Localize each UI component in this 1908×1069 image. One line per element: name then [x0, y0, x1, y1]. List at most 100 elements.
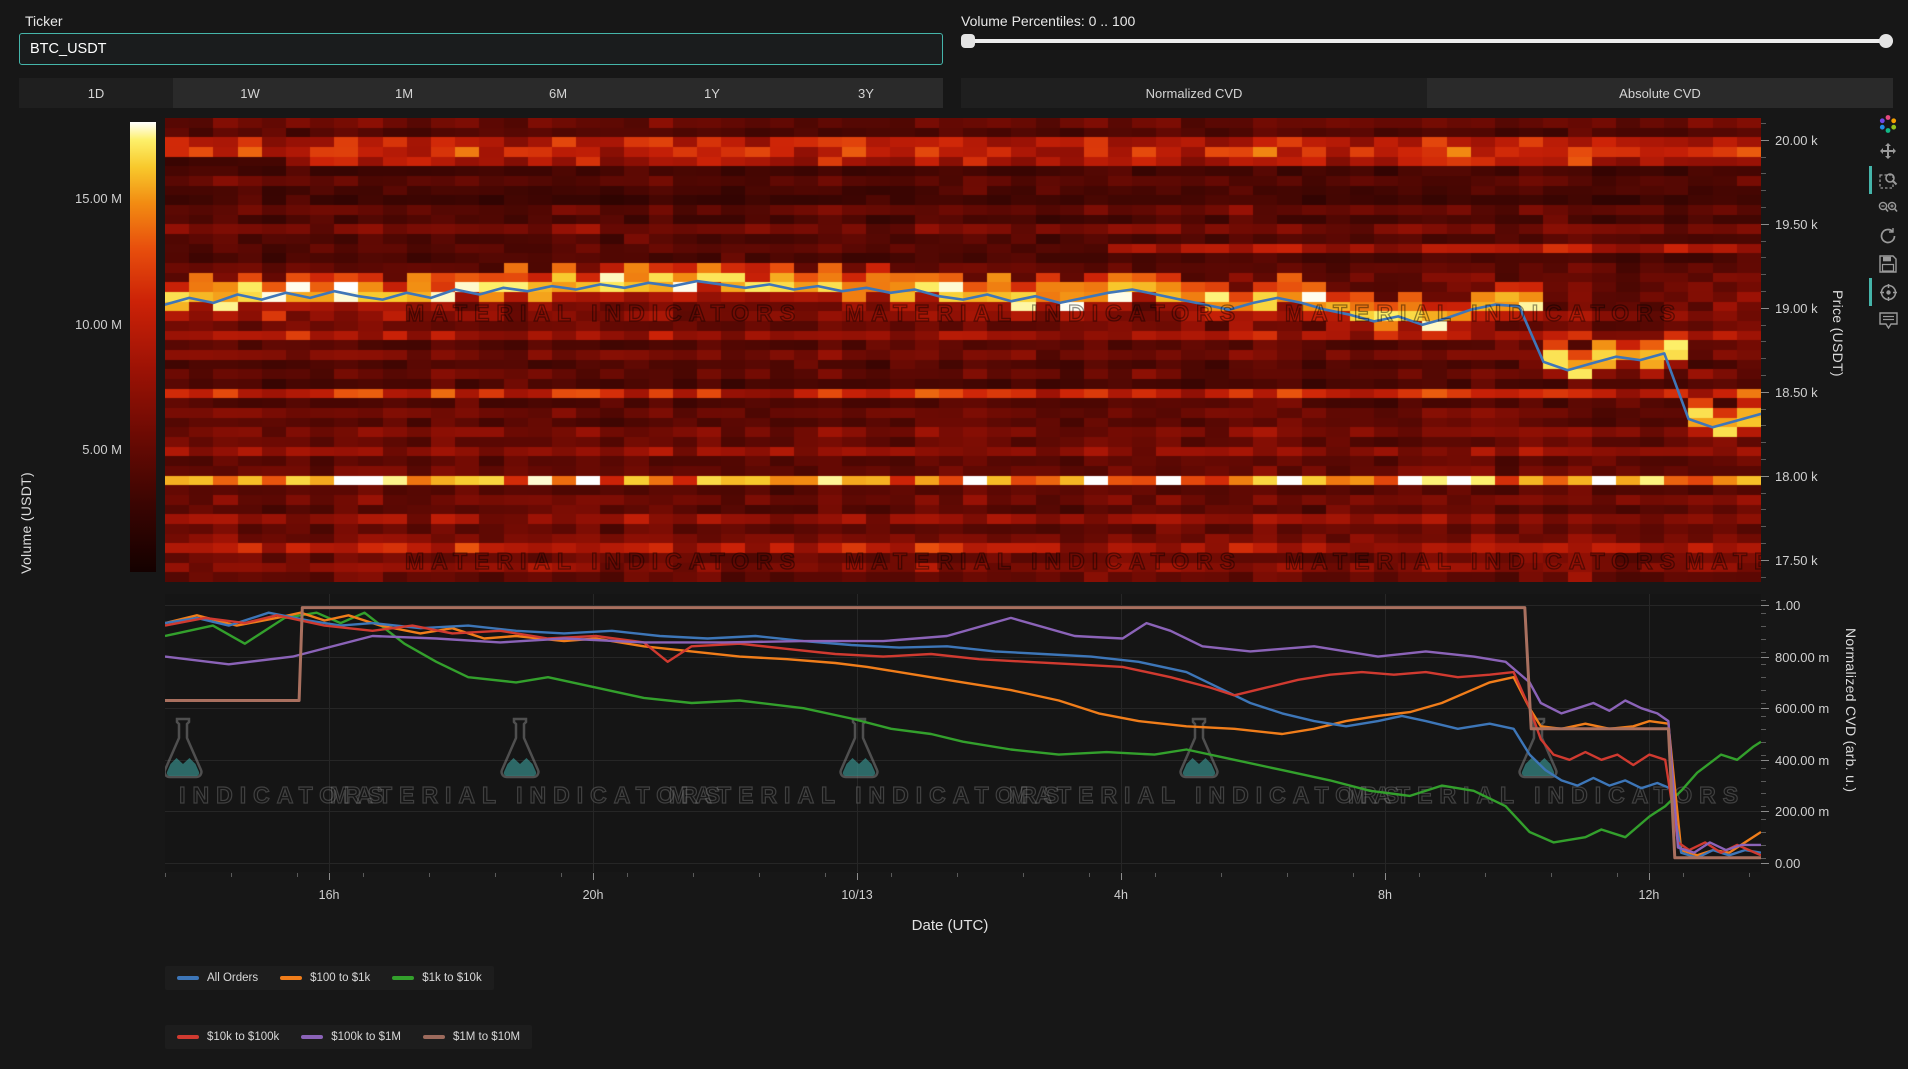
- modebar-active-indicator: [1869, 166, 1872, 194]
- cvd-tabs: Normalized CVDAbsolute CVD: [961, 78, 1893, 108]
- cvd-minor-tick: [1761, 703, 1766, 704]
- cvd-minor-tick: [1761, 755, 1766, 756]
- legend-swatch: [177, 1035, 199, 1039]
- range-button-3y[interactable]: 3Y: [789, 78, 943, 108]
- ticker-input[interactable]: [19, 33, 943, 65]
- legend-item--1k-to-10k[interactable]: $1k to $10k: [392, 972, 481, 984]
- cvd-minor-tick: [1761, 858, 1766, 859]
- x-minor-tick: [1155, 873, 1156, 877]
- price-tick-label: 18.50 k: [1775, 385, 1818, 400]
- cvd-major-tick: [1761, 811, 1769, 812]
- save-icon[interactable]: [1876, 252, 1900, 276]
- legend-swatch: [301, 1035, 323, 1039]
- range-button-1w[interactable]: 1W: [173, 78, 327, 108]
- price-minor-tick: [1761, 459, 1766, 460]
- legend-item--100k-to-1m[interactable]: $100k to $1M: [301, 1031, 401, 1043]
- legend-item--100-to-1k[interactable]: $100 to $1k: [280, 972, 370, 984]
- x-minor-tick: [693, 873, 694, 877]
- x-tick-label: 8h: [1355, 888, 1415, 902]
- price-major-tick: [1761, 392, 1769, 393]
- cvd-minor-tick: [1761, 652, 1766, 653]
- cvd-minor-tick: [1761, 600, 1766, 601]
- price-tick-label: 20.00 k: [1775, 133, 1818, 148]
- range-button-6m[interactable]: 6M: [481, 78, 635, 108]
- colorbar-tick: 10.00 M: [58, 317, 122, 332]
- x-minor-tick: [957, 873, 958, 877]
- hover-mode-icon[interactable]: [1876, 308, 1900, 332]
- slider-handle-high[interactable]: [1879, 34, 1893, 48]
- legend-row-1: All Orders $100 to $1k $1k to $10k: [165, 966, 494, 990]
- cvd-minor-tick: [1761, 729, 1766, 730]
- cvd-minor-tick: [1761, 626, 1766, 627]
- cvd-minor-tick: [1761, 819, 1766, 820]
- range-button-1m[interactable]: 1M: [327, 78, 481, 108]
- price-minor-tick: [1761, 375, 1766, 376]
- price-major-tick: [1761, 308, 1769, 309]
- price-minor-tick: [1761, 526, 1766, 527]
- price-minor-tick: [1761, 442, 1766, 443]
- cvd-tick-label: 600.00 m: [1775, 701, 1829, 716]
- cvd-major-tick: [1761, 863, 1769, 864]
- legend-item-all-orders[interactable]: All Orders: [177, 972, 258, 984]
- x-minor-tick: [561, 873, 562, 877]
- legend-label: $100k to $1M: [331, 1031, 401, 1043]
- x-minor-tick: [495, 873, 496, 877]
- legend-label: All Orders: [207, 972, 258, 984]
- reset-axes-icon[interactable]: [1876, 224, 1900, 248]
- x-minor-tick: [759, 873, 760, 877]
- price-line: [165, 118, 1761, 582]
- x-tick-label: 4h: [1091, 888, 1151, 902]
- box-zoom-icon[interactable]: [1876, 168, 1900, 192]
- plotly-logo-icon: [1876, 112, 1900, 136]
- price-minor-tick: [1761, 207, 1766, 208]
- x-tick-label: 10/13: [827, 888, 887, 902]
- cvd-major-tick: [1761, 708, 1769, 709]
- cvd-minor-tick: [1761, 716, 1766, 717]
- legend-label: $100 to $1k: [310, 972, 370, 984]
- x-minor-tick: [1089, 873, 1090, 877]
- price-minor-tick: [1761, 241, 1766, 242]
- zoom-in-out-icon[interactable]: [1876, 196, 1900, 220]
- price-minor-tick: [1761, 409, 1766, 410]
- range-button-1d[interactable]: 1D: [19, 78, 173, 108]
- legend-label: $1M to $10M: [453, 1031, 520, 1043]
- x-minor-tick: [1287, 873, 1288, 877]
- x-minor-tick: [363, 873, 364, 877]
- price-major-tick: [1761, 224, 1769, 225]
- price-tick-label: 19.00 k: [1775, 301, 1818, 316]
- cvd-minor-tick: [1761, 639, 1766, 640]
- x-minor-tick: [1683, 873, 1684, 877]
- price-minor-tick: [1761, 257, 1766, 258]
- legend-item--10k-to-100k[interactable]: $10k to $100k: [177, 1031, 279, 1043]
- price-minor-tick: [1761, 123, 1766, 124]
- tab-normalized-cvd[interactable]: Normalized CVD: [961, 78, 1427, 108]
- heatmap-plot[interactable]: MATERIAL INDICATORSMATERIAL INDICATORSMA…: [165, 118, 1761, 582]
- cvd-plot[interactable]: MATERIAL INDICATORSMATERIAL INDICATORSMA…: [165, 594, 1761, 872]
- cvd-minor-tick: [1761, 832, 1766, 833]
- cvd-tick-label: 800.00 m: [1775, 650, 1829, 665]
- slider-handle-low[interactable]: [961, 34, 975, 48]
- cvd-tick-label: 0.00: [1775, 856, 1800, 871]
- watermark-text: MATERIAL INDICATORS: [845, 548, 1242, 575]
- x-major-tick: [1121, 873, 1122, 880]
- cvd-minor-tick: [1761, 664, 1766, 665]
- watermark-text: MATERIAL INDICATORS: [1685, 548, 1761, 575]
- price-minor-tick: [1761, 291, 1766, 292]
- colorbar-tick: 5.00 M: [58, 442, 122, 457]
- cvd-major-tick: [1761, 605, 1769, 606]
- price-minor-tick: [1761, 577, 1766, 578]
- price-minor-tick: [1761, 341, 1766, 342]
- slider-track[interactable]: [965, 39, 1893, 43]
- x-major-tick: [593, 873, 594, 880]
- cvd-minor-tick: [1761, 781, 1766, 782]
- modebar-active-indicator: [1869, 278, 1872, 306]
- legend-item--1m-to-10m[interactable]: $1M to $10M: [423, 1031, 520, 1043]
- range-button-1y[interactable]: 1Y: [635, 78, 789, 108]
- pan-icon[interactable]: [1876, 140, 1900, 164]
- x-minor-tick: [1551, 873, 1552, 877]
- spikelines-icon[interactable]: [1876, 280, 1900, 304]
- legend-swatch: [280, 976, 302, 980]
- cvd-major-tick: [1761, 760, 1769, 761]
- tab-absolute-cvd[interactable]: Absolute CVD: [1427, 78, 1893, 108]
- cvd-lines: [165, 594, 1761, 872]
